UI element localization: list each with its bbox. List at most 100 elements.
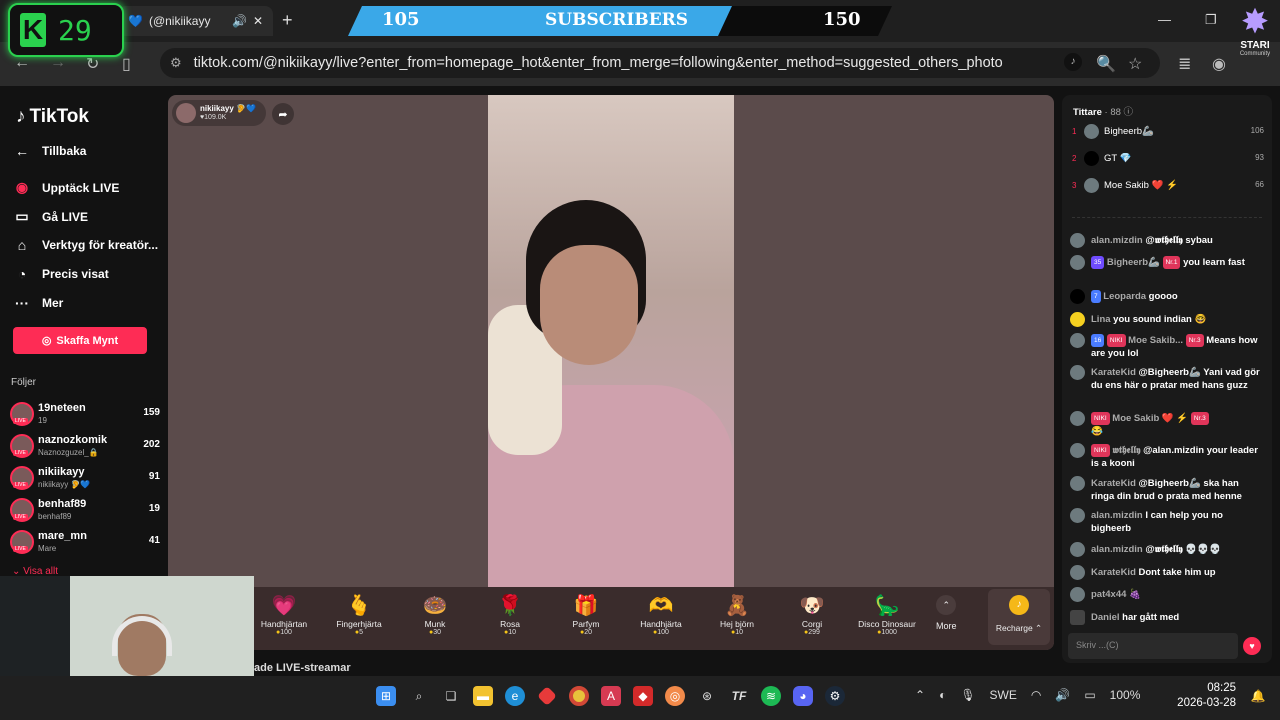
reload-icon[interactable]: ↻ <box>86 54 99 74</box>
browser-tab[interactable]: 💙 (@nikiikayy 🔊 ✕ <box>118 6 273 36</box>
chat-panel: Tittare · 88 ⓘ 1 Bigheerb🦾 106 2 GT 💎 93… <box>1062 95 1272 663</box>
notification-icon[interactable]: 🔔 <box>1248 686 1268 706</box>
address-bar[interactable]: ⚙ tiktok.com/@nikiikayy/live?enter_from=… <box>160 48 1160 78</box>
network-alert-icon[interactable]: ◐ <box>939 688 946 702</box>
gift-price-value: 100 <box>280 629 292 636</box>
gift-price: ●299 <box>777 629 847 636</box>
spotify-icon[interactable]: ≋ <box>761 686 781 706</box>
avatar: LIVE <box>10 530 34 554</box>
headphones-icon <box>112 616 172 656</box>
avatar <box>1070 312 1085 327</box>
chat-input[interactable]: Skriv ...(C) <box>1068 633 1238 659</box>
avatar <box>1070 476 1085 491</box>
close-tab-icon[interactable]: ✕ <box>253 14 263 28</box>
sidebar-item-discover-live[interactable]: ◉ Upptäck LIVE <box>14 179 119 196</box>
chat-user: Leoparda <box>1103 291 1147 302</box>
following-name: 19neteen <box>38 402 86 414</box>
gift-item[interactable]: 🍩 Munk ●30 <box>400 593 470 636</box>
top-viewer-row[interactable]: 2 GT 💎 93 <box>1072 150 1266 170</box>
tiktok-extension-icon[interactable]: ♪ <box>1064 53 1082 71</box>
chat-text: @𝖜𝖙𝖍𝖊𝖑𝖑𝖞 💀💀💀 <box>1145 544 1221 555</box>
chrome-icon[interactable] <box>569 686 589 706</box>
gift-price-value: 100 <box>657 629 669 636</box>
volume-icon[interactable]: 🔊 <box>1055 688 1070 702</box>
gift-name: Corgi <box>801 619 823 629</box>
gift-item[interactable]: 🧸 Hej björn ●10 <box>702 593 772 636</box>
chat-user: alan.mizdin <box>1091 235 1143 246</box>
battery-percent[interactable]: 100% <box>1110 688 1141 702</box>
more-gifts-button[interactable]: ⌃ More <box>936 595 957 631</box>
share-icon[interactable]: ➦ <box>272 103 294 125</box>
battery-icon[interactable]: ▭ <box>1084 688 1095 702</box>
chat-text: har gått med <box>1122 612 1180 623</box>
bookmark-star-icon[interactable]: ☆ <box>1128 54 1142 74</box>
following-sub: Naznozguzel_🔒 <box>38 448 99 457</box>
minimize-button[interactable]: — <box>1158 12 1171 27</box>
sidebar-item-go-live[interactable]: ▭ Gå LIVE <box>14 208 88 225</box>
windows-start-icon[interactable]: ⊞ <box>376 686 396 706</box>
top-viewer-row[interactable]: 1 Bigheerb🦾 106 <box>1072 123 1266 143</box>
language-indicator[interactable]: SWE <box>990 688 1017 702</box>
following-item[interactable]: LIVE 19neteen 19 159 <box>10 400 160 430</box>
new-tab-button[interactable]: + <box>282 10 293 31</box>
app-ball-icon[interactable]: ⊛ <box>697 686 717 706</box>
clock[interactable]: 08:25 2026-03-28 <box>1174 681 1236 711</box>
tf-icon[interactable]: TF <box>729 686 749 706</box>
get-coins-button[interactable]: ◎ Skaffa Mynt <box>13 327 147 354</box>
zoom-icon[interactable]: 🔍 <box>1096 54 1116 74</box>
viewer-rank: 3 <box>1072 181 1077 190</box>
gift-item[interactable]: 🫶 Handhjärta ●100 <box>626 593 696 636</box>
chat-user: KarateKid <box>1091 567 1136 578</box>
clock-date: 2026-03-28 <box>1177 697 1236 709</box>
top-viewer-row[interactable]: 3 Moe Sakib ❤️ ⚡ 66 <box>1072 177 1266 197</box>
chat-user: alan.mizdin <box>1091 544 1143 555</box>
steam-icon[interactable]: ⚙ <box>825 686 845 706</box>
app-a-icon[interactable]: A <box>601 686 621 706</box>
site-info-icon[interactable]: ⚙ <box>170 55 182 71</box>
recharge-label: Recharge ⌃ <box>995 623 1043 633</box>
discord-icon[interactable]: ◕ <box>793 686 813 706</box>
microphone-icon[interactable]: 🎙 <box>960 688 975 702</box>
file-explorer-icon[interactable]: ▬ <box>473 686 493 706</box>
edge-icon[interactable]: e <box>505 686 525 706</box>
gift-item[interactable]: 🐶 Corgi ●299 <box>777 593 847 636</box>
fan-badge: NIKI <box>1091 412 1110 425</box>
sidebar-item-recently-viewed[interactable]: ◔ Precis visat <box>14 266 109 282</box>
wifi-icon[interactable]: ◠ <box>1031 688 1041 702</box>
following-item[interactable]: LIVE mare_mn Mare 41 <box>10 528 160 558</box>
restore-button[interactable]: ❐ <box>1205 12 1217 28</box>
avatar <box>1070 411 1085 426</box>
url-text[interactable]: tiktok.com/@nikiikayy/live?enter_from=ho… <box>194 55 1003 71</box>
fan-badge: NIKI <box>1106 334 1126 347</box>
back-link[interactable]: ← Tillbaka <box>14 143 86 159</box>
chevron-up-icon[interactable]: ⌃ <box>915 688 925 702</box>
gift-item[interactable]: 💗 Handhjärtan ●100 <box>249 593 319 636</box>
media-control-icon[interactable]: ≣ <box>1178 54 1191 74</box>
sidebar-item-creator-tools[interactable]: ⌂ Verktyg för kreatör... <box>14 237 158 253</box>
following-item[interactable]: LIVE benhaf89 benhaf89 19 <box>10 496 160 526</box>
task-view-icon[interactable]: ❏ <box>441 686 461 706</box>
viewers-header[interactable]: Tittare · 88 ⓘ <box>1073 104 1133 118</box>
audio-icon[interactable]: 🔊 <box>232 14 247 28</box>
tiktok-logo[interactable]: ♪ TikTok <box>16 106 89 128</box>
like-heart-button[interactable]: ♥ <box>1243 637 1261 655</box>
following-item[interactable]: LIVE nikiikayy nikiikayy 🦻💙 91 <box>10 464 160 494</box>
sidebar-item-more[interactable]: ··· Mer <box>14 295 63 311</box>
chat-text: 🍇 <box>1129 589 1141 600</box>
gift-item[interactable]: 🌹 Rosa ●10 <box>475 593 545 636</box>
gift-item[interactable]: 🦕 Disco Dinosaur ●1000 <box>852 593 922 636</box>
search-icon[interactable]: ⌕ <box>409 686 429 706</box>
gift-item[interactable]: 🫰 Fingerhjärta ●5 <box>324 593 394 636</box>
split-view-icon[interactable]: ▯ <box>122 54 131 74</box>
app-circle-icon[interactable]: ◎ <box>665 686 685 706</box>
gift-item[interactable]: 🎁 Parfym ●20 <box>551 593 621 636</box>
following-name: nikiikayy <box>38 466 85 478</box>
recharge-button[interactable]: ♪ Recharge ⌃ <box>988 589 1050 645</box>
chat-user: 𝖜𝖙𝖍𝖊𝖑𝖑𝖞 <box>1112 445 1141 456</box>
following-item[interactable]: LIVE naznozkomik Naznozguzel_🔒 202 <box>10 432 160 462</box>
live-stream-player[interactable]: nikiikayy 🦻💙 ♥109.0K ➦ 💗 Handhjärtan ●10… <box>168 95 1054 650</box>
profile-icon[interactable]: ◉ <box>1212 54 1226 74</box>
shield-icon[interactable]: ◆ <box>633 686 653 706</box>
host-info[interactable]: nikiikayy 🦻💙 ♥109.0K <box>172 100 266 126</box>
host-avatar <box>176 103 196 123</box>
